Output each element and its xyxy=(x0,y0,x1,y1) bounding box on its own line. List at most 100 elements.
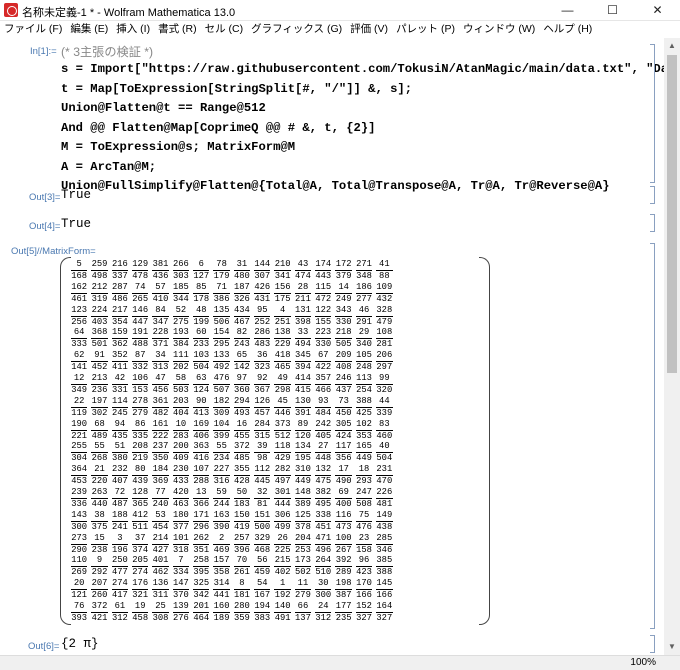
cell-bracket-in1[interactable] xyxy=(650,44,655,183)
code-line[interactable]: A = ArcTan@M; xyxy=(61,160,156,174)
menu-item-5[interactable]: グラフィックス (G) xyxy=(247,21,346,37)
menu-item-9[interactable]: ヘルプ (H) xyxy=(539,21,596,37)
matrix-cell: 134 195 xyxy=(294,441,312,464)
menu-item-6[interactable]: 評価 (V) xyxy=(346,21,392,37)
matrix-cell: 169 406 xyxy=(193,418,210,441)
matrix-cell: 301 444 xyxy=(274,487,291,509)
matrix-cell: 92 367 xyxy=(254,373,271,395)
matrix-cell: 363 416 xyxy=(193,441,210,464)
zoom-level[interactable]: 100% xyxy=(630,657,656,668)
matrix-cell: 200 409 xyxy=(172,441,190,464)
code-line[interactable]: Union@FullSimplify@Flatten@{Total@A, Tot… xyxy=(61,179,610,193)
matrix-cell: 43 474 xyxy=(294,259,312,281)
matrix-cell: 286 483 xyxy=(254,327,271,350)
matrix-cell: 271 348 xyxy=(355,259,373,281)
menu-item-1[interactable]: 編集 (E) xyxy=(66,21,112,37)
cell-bracket-out6[interactable] xyxy=(650,635,655,653)
matrix-cell: 314 441 xyxy=(213,578,230,601)
matrix-cell: 42 331 xyxy=(111,373,129,395)
code-line[interactable]: Union@Flatten@t == Range@512 xyxy=(61,101,266,115)
matrix-cell: 191 488 xyxy=(132,327,149,350)
matrix-cell: 67 422 xyxy=(315,350,332,373)
matrix-cell: 72 487 xyxy=(111,487,129,509)
out4-label: Out[4]= xyxy=(29,221,61,232)
matrix-cell: 64 333 xyxy=(71,327,88,350)
code-comment: (* 3主張の検証 *) xyxy=(61,45,154,59)
matrix-cell: 104 399 xyxy=(213,418,230,441)
matrix-cell: 368 501 xyxy=(91,327,108,350)
matrix-cell: 184 369 xyxy=(152,464,169,487)
matrix-cell: 357 466 xyxy=(315,373,332,395)
out3-value: True xyxy=(61,188,92,202)
matrix-cell: 129 478 xyxy=(132,259,149,281)
matrix-cell: 22 119 xyxy=(71,395,88,418)
matrix-cell: 163 390 xyxy=(213,509,230,532)
matrix-cell: 71 386 xyxy=(213,281,230,304)
matrix-cell: 58 503 xyxy=(172,373,190,395)
matrix-cell: 214 427 xyxy=(152,532,169,555)
matrix-cell: 63 124 xyxy=(193,373,210,395)
matrix-cell: 250 477 xyxy=(111,555,129,578)
matrix-cell: 364 453 xyxy=(71,464,88,487)
matrix-cell: 247 508 xyxy=(355,487,373,509)
matrix-cell: 54 167 xyxy=(254,578,271,601)
matrix-cell: 160 189 xyxy=(213,601,230,623)
vertical-scrollbar[interactable]: ▲ ▼ xyxy=(664,38,680,655)
matrix-cell: 278 279 xyxy=(132,395,149,418)
matrix-cell: 125 378 xyxy=(294,509,312,532)
matrix-cell: 49 298 xyxy=(274,373,291,395)
close-button[interactable]: ✕ xyxy=(635,0,680,20)
minimize-button[interactable]: — xyxy=(545,0,590,20)
matrix-cell: 27 448 xyxy=(315,441,332,464)
matrix-cell: 99 320 xyxy=(376,373,393,395)
matrix-cell: 52 275 xyxy=(172,304,190,327)
matrix-cell: 48 199 xyxy=(193,304,210,327)
code-line[interactable]: t = Map[ToExpression[StringSplit[#, "/"]… xyxy=(61,82,412,96)
code-line[interactable]: s = Import["https://raw.githubuserconten… xyxy=(61,62,680,76)
matrix-cell: 173 502 xyxy=(294,555,312,578)
matrix-cell: 62 141 xyxy=(71,350,88,373)
menu-item-0[interactable]: ファイル (F) xyxy=(0,21,66,37)
matrix-cell: 68 489 xyxy=(91,418,108,441)
matrix-cell: 284 315 xyxy=(254,418,271,441)
cell-bracket-out5[interactable] xyxy=(650,243,655,629)
matrix-cell: 18 293 xyxy=(355,464,373,487)
menu-item-2[interactable]: 挿入 (I) xyxy=(112,21,154,37)
maximize-button[interactable]: ☐ xyxy=(590,0,635,20)
matrix-cell: 188 241 xyxy=(111,509,129,532)
matrix-cell: 4 251 xyxy=(274,304,291,327)
code-line[interactable]: And @@ Flatten@Map[CoprimeQ @@ # &, t, {… xyxy=(61,121,376,135)
scroll-up-icon[interactable]: ▲ xyxy=(664,38,680,54)
matrix-cell: 116 473 xyxy=(335,509,352,532)
cell-bracket-out4[interactable] xyxy=(650,214,655,232)
matrix-cell: 148 389 xyxy=(294,487,312,509)
menu-item-4[interactable]: セル (C) xyxy=(201,21,248,37)
matrix-cell: 112 445 xyxy=(254,464,271,487)
matrix-cell: 20 121 xyxy=(71,578,88,601)
matrix-cell: 262 351 xyxy=(193,532,210,555)
matrix-cell: 361 482 xyxy=(152,395,169,418)
scrollbar-thumb[interactable] xyxy=(667,55,677,373)
matrix-cell: 355 428 xyxy=(233,464,251,487)
matrix-cell: 172 379 xyxy=(335,259,352,281)
matrix-cell: 197 302 xyxy=(91,395,108,418)
matrix-cell: 135 506 xyxy=(213,304,230,327)
code-line[interactable]: M = ToExpression@s; MatrixForm@M xyxy=(61,140,295,154)
cell-bracket-out3[interactable] xyxy=(650,186,655,204)
matrix-cell: 325 342 xyxy=(193,578,210,601)
matrix-cell: 87 332 xyxy=(132,350,149,373)
menu-item-7[interactable]: パレット (P) xyxy=(392,21,459,37)
matrix-cell: 171 296 xyxy=(193,509,210,532)
matrix-cell: 151 500 xyxy=(254,509,271,532)
menu-item-8[interactable]: ウィンドウ (W) xyxy=(459,21,539,37)
menu-item-3[interactable]: 書式 (R) xyxy=(154,21,201,37)
matrix-cell: 305 424 xyxy=(335,418,352,441)
matrix-cell: 218 505 xyxy=(335,327,352,350)
matrix-cell: 258 395 xyxy=(193,555,210,578)
title-bar: 名称未定義-1 * - Wolfram Mathematica 13.0 — ☐… xyxy=(0,0,680,21)
matrix-cell: 45 446 xyxy=(274,395,291,418)
matrix-cell: 86 335 xyxy=(132,418,149,441)
scroll-down-icon[interactable]: ▼ xyxy=(664,639,680,655)
matrix-cell: 113 254 xyxy=(355,373,373,395)
matrix-cell: 16 455 xyxy=(233,418,251,441)
